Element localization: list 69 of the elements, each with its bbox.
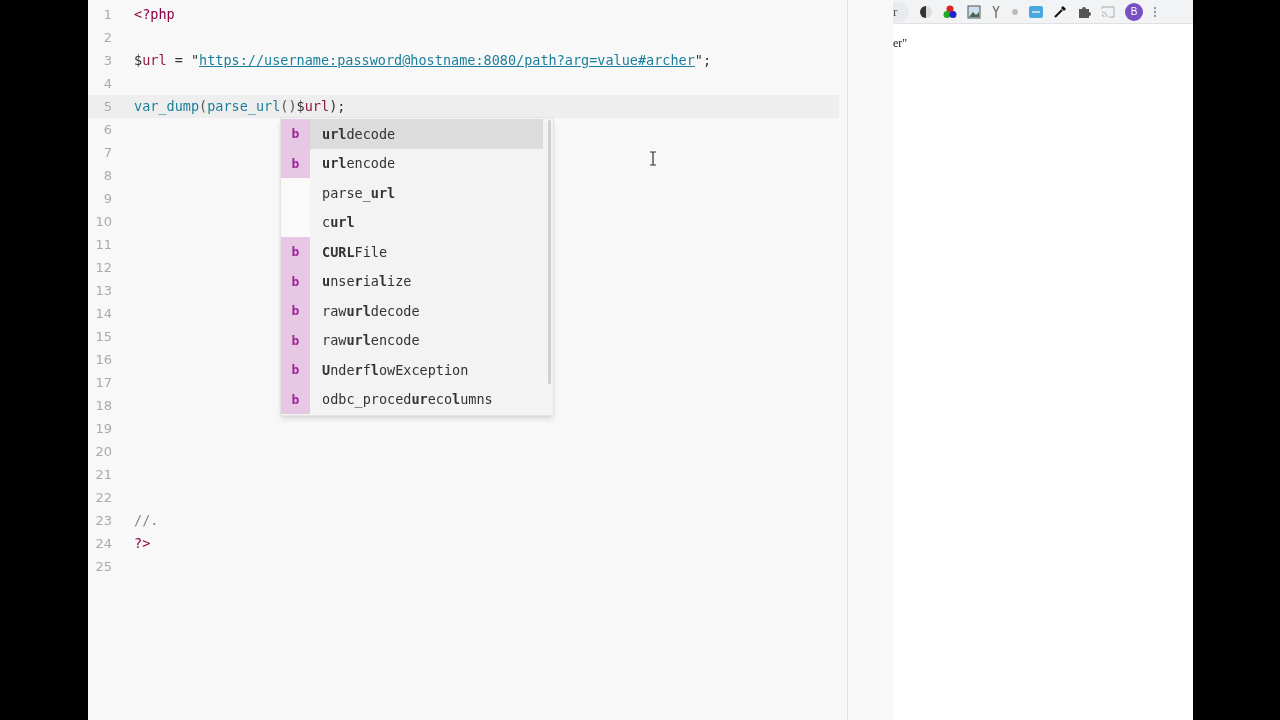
suggestion-item[interactable]: b unserialize	[281, 266, 543, 296]
line-number: 8	[102, 166, 112, 185]
kind-badge: b	[281, 266, 310, 296]
suggestion-label: odbc_procedurecolumns	[322, 390, 493, 410]
image-icon[interactable]	[967, 4, 981, 19]
suggestion-item[interactable]: b UnderflowException	[281, 355, 543, 385]
line-number: 20	[94, 442, 112, 461]
pin-icon[interactable]	[991, 4, 1001, 19]
half-circle-icon[interactable]	[919, 4, 933, 19]
kind-badge: b	[281, 119, 310, 149]
line-number: 19	[94, 419, 112, 438]
suggestion-item[interactable]: curl	[281, 207, 543, 237]
code-line: ?>	[134, 534, 151, 554]
kind-badge: b	[281, 325, 310, 355]
line-number: 12	[94, 258, 112, 277]
line-number: 18	[94, 396, 112, 415]
line-number: 4	[102, 74, 112, 93]
line-number: 7	[102, 143, 112, 162]
eyedropper-icon[interactable]	[1053, 4, 1067, 19]
suggestion-label: urlencode	[322, 154, 396, 174]
suggestion-label: urldecode	[322, 124, 396, 144]
line-number: 14	[94, 304, 112, 323]
line-number: 3	[102, 51, 112, 70]
suggestion-label: rawurldecode	[322, 301, 420, 321]
kind-badge: b	[281, 355, 310, 385]
puzzle-icon[interactable]	[1077, 4, 1091, 19]
line-number: 5	[102, 97, 112, 116]
suggestion-label: rawurlencode	[322, 331, 420, 351]
text-cursor-icon	[649, 151, 657, 166]
kind-badge: b	[281, 148, 310, 178]
suggestion-item[interactable]: b odbc_procedurecolumns	[281, 384, 543, 414]
code-line: <?php	[134, 5, 175, 25]
line-number: 23	[94, 511, 112, 530]
suggestion-item[interactable]: parse_url	[281, 178, 543, 208]
line-number: 22	[94, 488, 112, 507]
suggestion-label: UnderflowException	[322, 360, 469, 380]
suggestion-item[interactable]: b urldecode	[281, 119, 543, 149]
suggestion-label: curl	[322, 213, 355, 233]
color-circles-icon[interactable]	[943, 4, 957, 19]
code-line: //.	[134, 511, 159, 531]
address-field[interactable]: r	[893, 1, 909, 22]
line-number: 1	[102, 5, 112, 24]
line-number: 24	[94, 534, 112, 553]
line-number: 21	[94, 465, 112, 484]
suggestion-item[interactable]: b rawurlencode	[281, 325, 543, 355]
suggestion-label: CURLFile	[322, 242, 388, 262]
line-number: 17	[94, 373, 112, 392]
suggestion-label: unserialize	[322, 272, 412, 292]
line-number: 16	[94, 350, 112, 369]
kind-badge: b	[281, 296, 310, 326]
code-line: $url = "https://username:password@hostname:8080/path?arg=value#archer";	[134, 51, 712, 71]
line-number: 9	[102, 189, 112, 208]
line-number: 11	[94, 235, 112, 254]
line-number: 6	[102, 120, 112, 139]
line-number: 25	[94, 557, 112, 576]
kind-badge: b	[281, 384, 310, 414]
line-number: 15	[94, 327, 112, 346]
line-number: 2	[102, 28, 112, 47]
line-number: 13	[94, 281, 112, 300]
kind-badge: b	[281, 237, 310, 267]
page-text: er"	[893, 36, 908, 50]
suggestion-label: parse_url	[322, 183, 396, 203]
suggestion-item[interactable]: b rawurldecode	[281, 296, 543, 326]
line-number: 10	[94, 212, 112, 231]
code-line: var_dump(parse_url()$url);	[134, 97, 346, 117]
dot-icon[interactable]	[1011, 7, 1019, 16]
suggestion-item[interactable]: b CURLFile	[281, 237, 543, 267]
suggestion-item[interactable]: b urlencode	[281, 148, 543, 178]
profile-avatar[interactable]: B	[1125, 2, 1143, 21]
